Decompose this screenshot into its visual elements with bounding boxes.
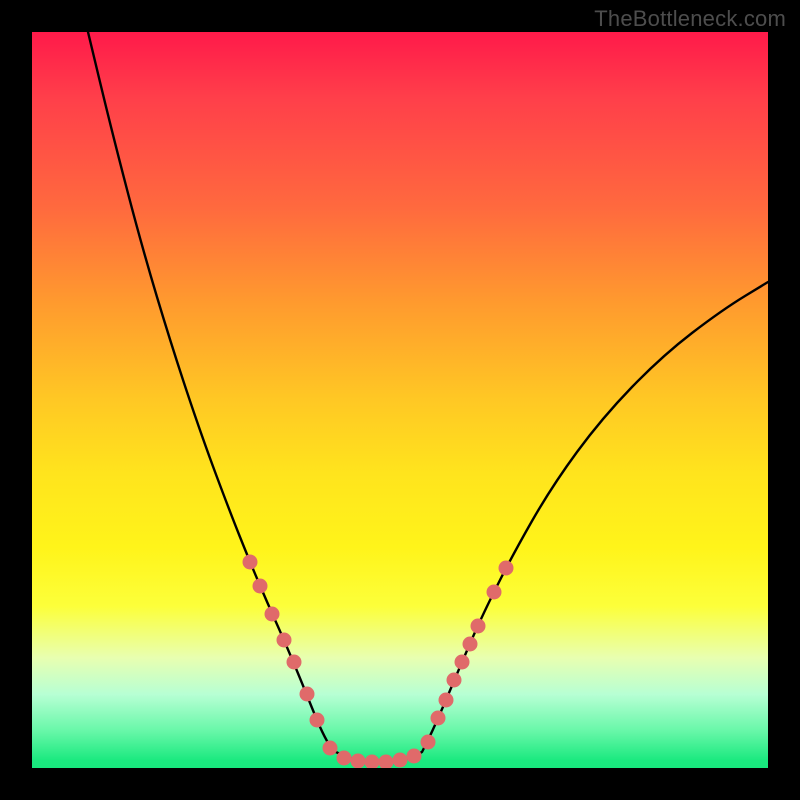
marker-dot [265, 607, 280, 622]
marker-dot [447, 673, 462, 688]
marker-dot [487, 585, 502, 600]
marker-dot [463, 637, 478, 652]
watermark-text: TheBottleneck.com [594, 6, 786, 32]
marker-dots [243, 555, 514, 769]
marker-dot [499, 561, 514, 576]
marker-dot [393, 753, 408, 768]
marker-dot [337, 751, 352, 766]
marker-dot [243, 555, 258, 570]
marker-dot [310, 713, 325, 728]
bottleneck-curve [88, 32, 768, 762]
plot-area [32, 32, 768, 768]
marker-dot [439, 693, 454, 708]
marker-dot [407, 749, 422, 764]
outer-frame: TheBottleneck.com [0, 0, 800, 800]
marker-dot [323, 741, 338, 756]
curve-layer [32, 32, 768, 768]
marker-dot [431, 711, 446, 726]
marker-dot [455, 655, 470, 670]
marker-dot [277, 633, 292, 648]
marker-dot [365, 755, 380, 769]
marker-dot [300, 687, 315, 702]
marker-dot [351, 754, 366, 769]
marker-dot [379, 755, 394, 769]
marker-dot [471, 619, 486, 634]
marker-dot [253, 579, 268, 594]
marker-dot [421, 735, 436, 750]
marker-dot [287, 655, 302, 670]
